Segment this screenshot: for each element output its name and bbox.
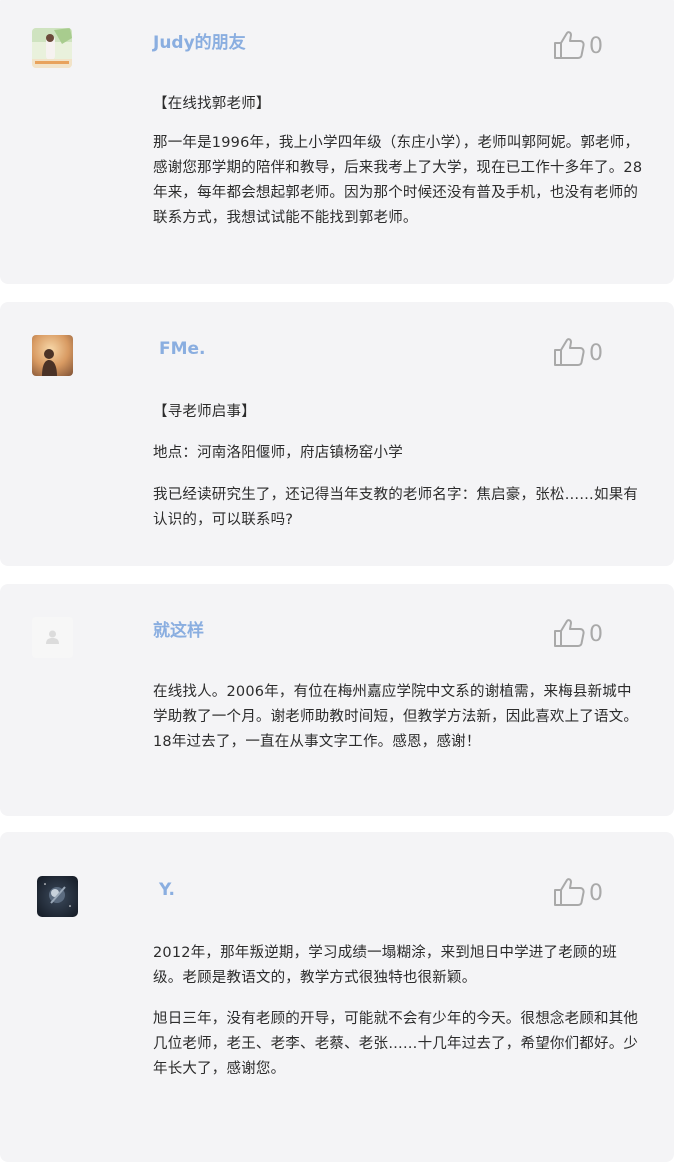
avatar-image <box>37 876 78 917</box>
like-count: 0 <box>589 34 603 59</box>
username[interactable]: Y. <box>159 880 175 900</box>
avatar[interactable] <box>37 876 78 917</box>
comment-paragraph: 2012年，那年叛逆期，学习成绩一塌糊涂，来到旭日中学进了老顾的班级。老顾是教语… <box>153 945 617 986</box>
comment-card: 就这样 0 在线找人。2006年，有位在梅州嘉应学院中文系的谢植需，来梅县新城中… <box>0 584 674 816</box>
comment-card: FMe. 0 【寻老师启事】 地点：河南洛阳偃师，府店镇杨窑小学 我已经读研究生… <box>0 302 674 566</box>
avatar[interactable] <box>32 28 72 68</box>
like-count: 0 <box>589 881 603 906</box>
avatar[interactable] <box>32 617 73 658</box>
comment-card: Y. 0 2012年，那年叛逆期，学习成绩一塌糊涂，来到旭日中学进了老顾的班级。… <box>0 832 674 1162</box>
comment-paragraph: 我已经读研究生了，还记得当年支教的老师名字：焦启豪，张松……如果有认识的，可以联… <box>153 487 639 528</box>
avatar[interactable] <box>32 335 73 376</box>
avatar-image <box>32 335 73 376</box>
avatar-image <box>32 28 72 68</box>
like-count: 0 <box>589 622 603 647</box>
username[interactable]: Judy的朋友 <box>153 33 246 53</box>
like-count: 0 <box>589 341 603 366</box>
comment-paragraph: 在线找人。2006年，有位在梅州嘉应学院中文系的谢植需，来梅县新城中学助教了一个… <box>153 684 639 750</box>
comment-paragraph: 那一年是1996年，我上小学四年级（东庄小学），老师叫郭阿妮。郭老师，感谢您那学… <box>153 135 643 226</box>
thumbs-up-icon <box>553 877 585 911</box>
username[interactable]: FMe. <box>159 339 206 359</box>
comment-paragraph: 地点：河南洛阳偃师，府店镇杨窑小学 <box>153 445 403 461</box>
comment-card: Judy的朋友 0 【在线找郭老师】 那一年是1996年，我上小学四年级（东庄小… <box>0 0 674 284</box>
comment-paragraph: 【在线找郭老师】 <box>153 96 271 112</box>
like-button[interactable]: 0 <box>553 338 603 370</box>
user-silhouette-icon <box>32 617 73 658</box>
comment-paragraph: 【寻老师启事】 <box>153 404 256 420</box>
like-button[interactable]: 0 <box>553 619 603 651</box>
thumbs-up-icon <box>553 337 585 371</box>
thumbs-up-icon <box>553 30 585 64</box>
like-button[interactable]: 0 <box>553 31 603 63</box>
like-button[interactable]: 0 <box>553 878 603 910</box>
comment-paragraph: 旭日三年，没有老顾的开导，可能就不会有少年的今天。很想念老顾和其他几位老师，老王… <box>153 1011 639 1077</box>
thumbs-up-icon <box>553 618 585 652</box>
username[interactable]: 就这样 <box>153 621 204 641</box>
